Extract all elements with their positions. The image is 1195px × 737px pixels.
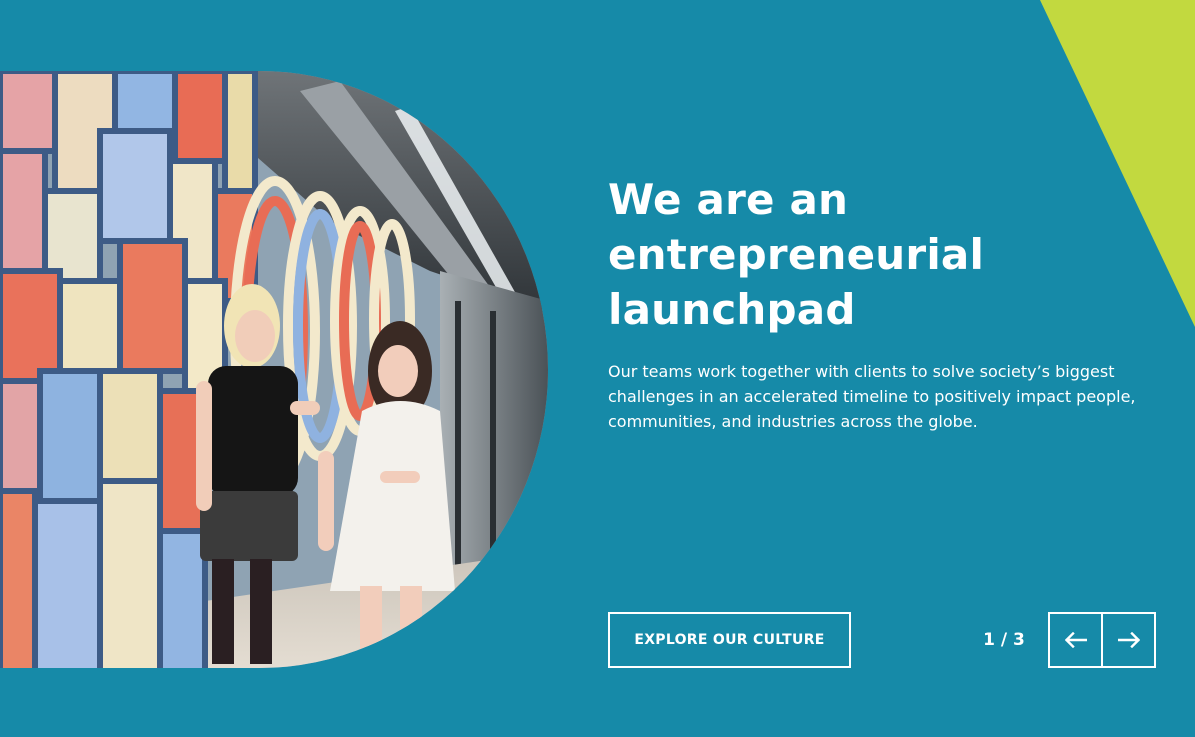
arrow-left-icon — [1064, 632, 1087, 648]
arrow-right-icon — [1117, 632, 1140, 648]
hero-description: Our teams work together with clients to … — [608, 362, 1136, 431]
carousel-nav — [1048, 612, 1156, 668]
explore-culture-button[interactable]: EXPLORE OUR CULTURE — [608, 612, 851, 668]
slide-counter: 1 / 3 — [983, 630, 1025, 650]
next-slide-button[interactable] — [1101, 614, 1154, 666]
previous-slide-button[interactable] — [1050, 614, 1101, 666]
hero-headline: We are an entrepreneurial launchpad — [608, 175, 985, 334]
hero-section: We are an entrepreneurial launchpad Our … — [0, 0, 1195, 737]
